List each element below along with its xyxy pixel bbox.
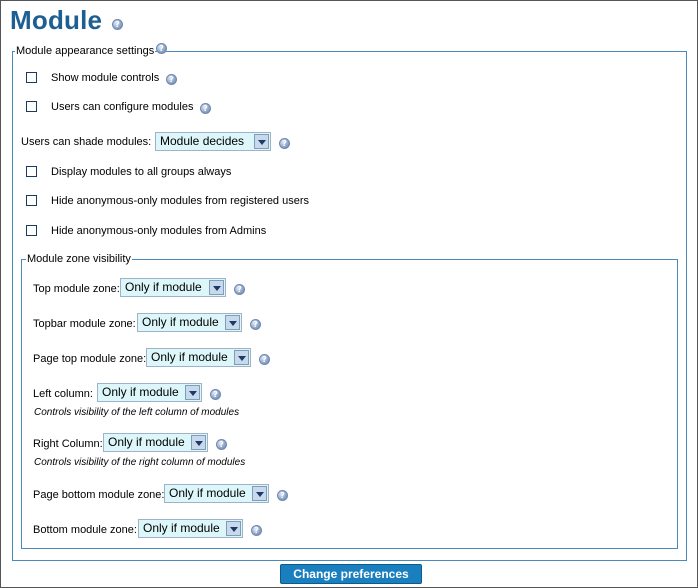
page-title: Module [10, 5, 103, 35]
right-column-select[interactable]: Only if module [103, 433, 208, 452]
help-icon[interactable]: ? [200, 103, 211, 114]
pagebottom-zone-select[interactable]: Only if module [164, 484, 269, 503]
zone-visibility-legend: Module zone visibility [26, 253, 132, 265]
zone-visibility-fieldset [21, 259, 678, 549]
bottom-zone-label: Bottom module zone: [33, 524, 137, 536]
pagetop-zone-label: Page top module zone: [33, 353, 147, 365]
hide-anon-registered-label: Hide anonymous-only modules from registe… [51, 195, 310, 207]
left-column-label: Left column: [33, 388, 93, 400]
help-icon[interactable]: ? [216, 439, 227, 450]
help-icon[interactable]: ? [210, 389, 221, 400]
hide-anon-registered-checkbox[interactable] [26, 195, 37, 206]
bottom-zone-select[interactable]: Only if module [138, 519, 243, 538]
shade-modules-label: Users can shade modules: [21, 136, 152, 148]
left-column-value: Only if module [102, 385, 179, 399]
chevron-down-icon[interactable] [191, 435, 206, 450]
help-icon[interactable]: ? [166, 74, 177, 85]
show-module-controls-checkbox[interactable] [26, 72, 37, 83]
chevron-down-icon[interactable] [225, 315, 240, 330]
help-icon[interactable]: ? [259, 354, 270, 365]
shade-modules-select[interactable]: Module decides [155, 132, 271, 151]
right-column-description: Controls visibility of the right column … [34, 457, 246, 468]
pagebottom-zone-label: Page bottom module zone: [33, 489, 165, 501]
chevron-down-icon[interactable] [254, 134, 269, 149]
display-all-groups-label: Display modules to all groups always [51, 166, 232, 178]
module-preferences-panel: Module ? Module appearance settings ? Sh… [0, 0, 698, 588]
pagetop-zone-value: Only if module [151, 350, 228, 364]
chevron-down-icon[interactable] [209, 280, 224, 295]
help-icon[interactable]: ? [250, 319, 261, 330]
topbar-zone-label: Topbar module zone: [33, 318, 136, 330]
topbar-zone-select[interactable]: Only if module [137, 313, 242, 332]
change-preferences-button[interactable]: Change preferences [280, 564, 422, 584]
display-all-groups-checkbox[interactable] [26, 166, 37, 177]
hide-anon-admins-label: Hide anonymous-only modules from Admins [51, 225, 267, 237]
chevron-down-icon[interactable] [185, 385, 200, 400]
chevron-down-icon[interactable] [226, 521, 241, 536]
pagebottom-zone-value: Only if module [169, 486, 246, 500]
top-zone-label: Top module zone: [33, 283, 120, 295]
hide-anon-admins-checkbox[interactable] [26, 225, 37, 236]
help-icon[interactable]: ? [279, 138, 290, 149]
chevron-down-icon[interactable] [252, 486, 267, 501]
help-icon[interactable]: ? [251, 525, 262, 536]
pagetop-zone-select[interactable]: Only if module [146, 348, 251, 367]
left-column-select[interactable]: Only if module [97, 383, 202, 402]
chevron-down-icon[interactable] [234, 350, 249, 365]
show-module-controls-label: Show module controls [51, 72, 160, 84]
bottom-zone-value: Only if module [143, 521, 220, 535]
top-zone-select[interactable]: Only if module [120, 278, 226, 297]
shade-modules-value: Module decides [160, 134, 245, 148]
appearance-legend: Module appearance settings [15, 45, 156, 57]
users-configure-modules-label: Users can configure modules [51, 101, 194, 113]
help-icon[interactable]: ? [156, 43, 167, 54]
topbar-zone-value: Only if module [142, 315, 219, 329]
left-column-description: Controls visibility of the left column o… [34, 407, 240, 418]
top-zone-value: Only if module [125, 280, 202, 294]
help-icon[interactable]: ? [112, 19, 123, 30]
right-column-label: Right Column: [33, 438, 103, 450]
right-column-value: Only if module [108, 435, 185, 449]
users-configure-modules-checkbox[interactable] [26, 101, 37, 112]
help-icon[interactable]: ? [234, 284, 245, 295]
help-icon[interactable]: ? [277, 490, 288, 501]
